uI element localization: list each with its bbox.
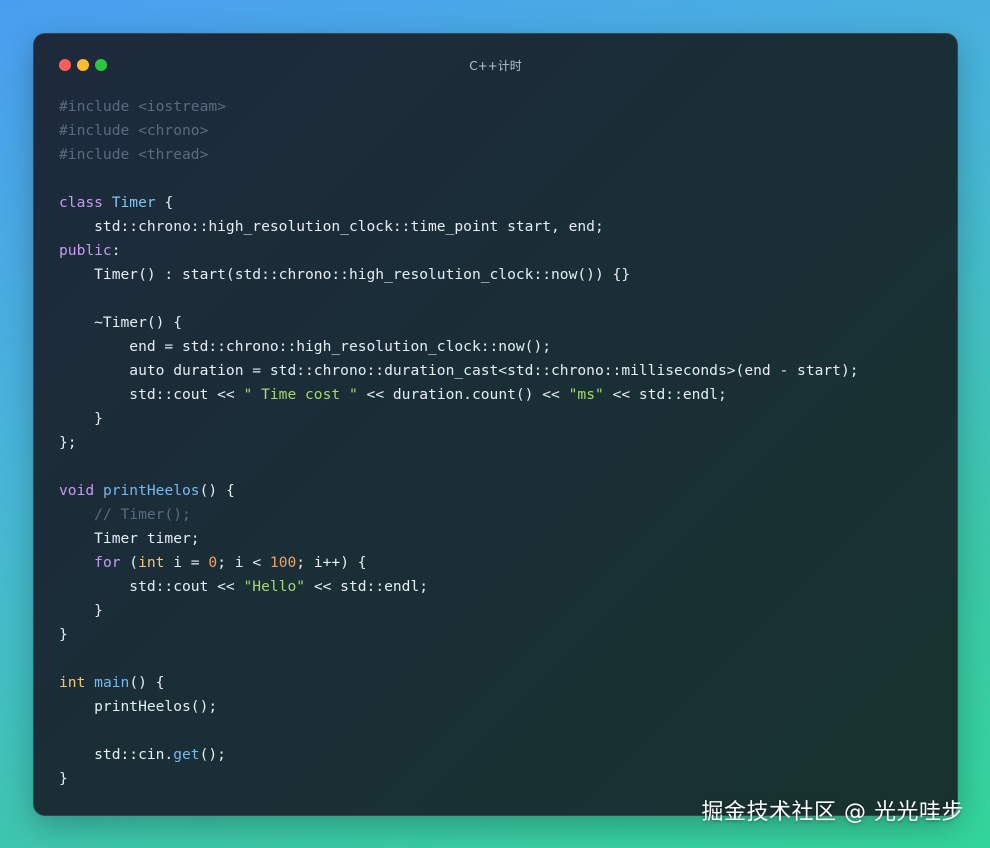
code-token: "Hello" (243, 578, 306, 595)
code-token: Timer timer; (59, 530, 200, 547)
code-token: std::cout << (59, 386, 244, 403)
code-token: " Time cost " (243, 386, 358, 403)
code-token: } (59, 770, 68, 787)
code-line: Timer() : start(std::chrono::high_resolu… (59, 263, 949, 287)
code-token: std::cout << (59, 578, 244, 595)
code-token: std::cin. (59, 746, 174, 763)
code-token: } (59, 410, 103, 427)
code-token: : (111, 242, 121, 259)
code-token: << std::endl; (305, 578, 429, 595)
code-line: std::cin.get(); (59, 743, 949, 767)
code-line: std::cout << " Time cost " << duration.c… (59, 383, 949, 407)
code-token: // Timer(); (59, 506, 191, 523)
code-line: void printHeelos() { (59, 479, 949, 503)
code-token: #include <iostream> (59, 98, 226, 115)
code-token: }; (59, 434, 77, 451)
code-line: #include <chrono> (59, 119, 949, 143)
code-token: printHeelos(); (59, 698, 218, 715)
code-token: () { (199, 482, 235, 499)
code-line: ~Timer() { (59, 311, 949, 335)
code-line: #include <iostream> (59, 95, 949, 119)
code-token: << std::endl; (603, 386, 727, 403)
code-line: auto duration = std::chrono::duration_ca… (59, 359, 949, 383)
code-line: Timer timer; (59, 527, 949, 551)
code-token: void (59, 482, 103, 499)
code-line: class Timer { (59, 191, 949, 215)
window-titlebar: C++计时 (34, 34, 957, 96)
code-line: }; (59, 431, 949, 455)
code-token: i = (164, 554, 209, 571)
code-token: "ms" (568, 386, 604, 403)
code-token: class (59, 194, 112, 211)
code-line: std::cout << "Hello" << std::endl; (59, 575, 949, 599)
code-line: std::chrono::high_resolution_clock::time… (59, 215, 949, 239)
code-token: << duration.count() << (357, 386, 569, 403)
window-title: C++计时 (469, 59, 522, 73)
code-line: } (59, 407, 949, 431)
code-line: for (int i = 0; i < 100; i++) { (59, 551, 949, 575)
code-line: printHeelos(); (59, 695, 949, 719)
code-token: public (59, 242, 112, 259)
code-token: int (59, 674, 95, 691)
code-token: } (59, 602, 103, 619)
code-token: ; i < (217, 554, 270, 571)
code-block: #include <iostream> #include <chrono> #inc… (59, 95, 949, 791)
code-token: auto duration = std::chrono::duration_ca… (59, 362, 859, 379)
code-token: 0 (208, 554, 218, 571)
code-token: main (94, 674, 130, 691)
code-token: get (173, 746, 200, 763)
code-token: () { (129, 674, 165, 691)
code-window: C++计时 #include <iostream> #include <chron… (33, 33, 958, 816)
code-token: { (155, 194, 174, 211)
code-line: } (59, 599, 949, 623)
code-token: Timer (111, 194, 156, 211)
code-line: end = std::chrono::high_resolution_clock… (59, 335, 949, 359)
code-token: Timer() : start(std::chrono::high_resolu… (59, 266, 631, 283)
code-line: public: (59, 239, 949, 263)
code-token: ; i++) { (296, 554, 367, 571)
code-line: #include <thread> (59, 143, 949, 167)
code-token: } (59, 626, 68, 643)
code-token: std::chrono::high_resolution_clock::time… (59, 218, 604, 235)
code-token: end = std::chrono::high_resolution_clock… (59, 338, 552, 355)
code-token: #include <thread> (59, 146, 209, 163)
code-token: 100 (269, 554, 297, 571)
code-token: (); (199, 746, 226, 763)
code-token: int (138, 554, 165, 571)
code-line: // Timer(); (59, 503, 949, 527)
code-token: #include <chrono> (59, 122, 209, 139)
watermark-text: 掘金技术社区 @ 光光哇步 (701, 800, 964, 825)
code-line: int main() { (59, 671, 949, 695)
code-token: for (94, 554, 121, 571)
code-line: } (59, 767, 949, 791)
code-token: ( (120, 554, 139, 571)
code-line: } (59, 623, 949, 647)
code-token: printHeelos (102, 482, 200, 499)
code-token: ~Timer() { (59, 314, 183, 331)
